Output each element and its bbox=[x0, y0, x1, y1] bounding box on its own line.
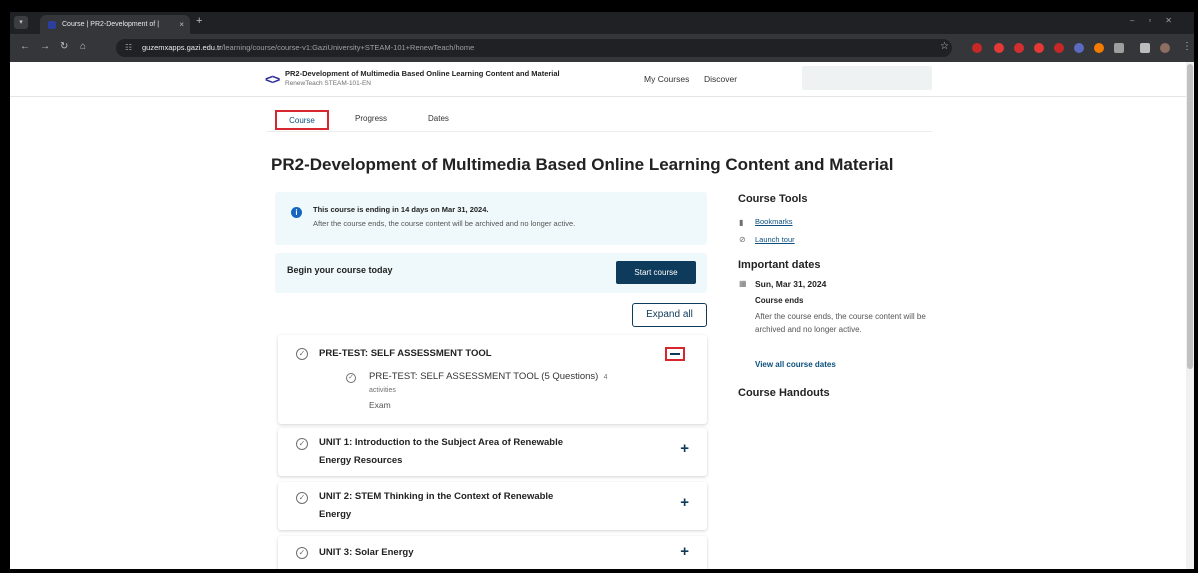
site-info-icon[interactable]: ☷ bbox=[125, 39, 132, 57]
subsection-title: PRE-TEST: SELF ASSESSMENT TOOL (5 Questi… bbox=[369, 371, 599, 382]
close-tab-icon[interactable]: × bbox=[179, 15, 184, 34]
forward-icon[interactable]: → bbox=[40, 41, 50, 52]
frame-border bbox=[1194, 0, 1198, 573]
section-title-line2: Energy Resources bbox=[319, 455, 403, 466]
back-icon[interactable]: ← bbox=[20, 41, 30, 52]
expand-section-plus-icon[interactable]: + bbox=[680, 440, 689, 457]
browser-tab[interactable]: Course | PR2-Development of | × bbox=[40, 15, 190, 34]
course-ending-alert: i This course is ending in 14 days on Ma… bbox=[275, 192, 707, 245]
nav-discover[interactable]: Discover bbox=[704, 74, 737, 84]
expand-all-button[interactable]: Expand all bbox=[632, 303, 707, 327]
subsection-type: Exam bbox=[369, 400, 391, 410]
info-icon: i bbox=[291, 207, 302, 218]
expand-section-plus-icon[interactable]: + bbox=[680, 543, 689, 560]
collapse-section-button[interactable] bbox=[665, 347, 685, 361]
tab-progress[interactable]: Progress bbox=[355, 110, 387, 130]
section-title[interactable]: PRE-TEST: SELF ASSESSMENT TOOL bbox=[319, 345, 492, 363]
side-panel-icon[interactable] bbox=[1140, 43, 1150, 53]
subsection-link[interactable]: PRE-TEST: SELF ASSESSMENT TOOL (5 Questi… bbox=[369, 371, 608, 382]
course-ends-label: Course ends bbox=[755, 296, 804, 305]
nav-my-courses[interactable]: My Courses bbox=[644, 74, 689, 84]
course-ends-description: After the course ends, the course conten… bbox=[755, 312, 926, 334]
tab-course[interactable]: Course bbox=[275, 110, 329, 130]
bookmarks-link[interactable]: Bookmarks bbox=[755, 217, 793, 226]
favicon-icon bbox=[48, 21, 56, 29]
section-title-line1: UNIT 1: Introduction to the Subject Area… bbox=[319, 437, 564, 448]
course-tools-heading: Course Tools bbox=[738, 193, 808, 205]
check-circle-icon: ✓ bbox=[296, 547, 308, 559]
course-handouts-heading: Course Handouts bbox=[738, 387, 830, 399]
section-title-line1: UNIT 3: Solar Energy bbox=[319, 547, 414, 558]
subsection-count: 4 bbox=[603, 374, 608, 381]
view-all-dates-link[interactable]: View all course dates bbox=[755, 360, 836, 369]
check-circle-icon: ✓ bbox=[296, 492, 308, 504]
browser-tab-bar: ▾ Course | PR2-Development of | × + –▫✕ bbox=[10, 12, 1194, 34]
url-path: /learning/course/course-v1:GaziUniversit… bbox=[221, 43, 475, 52]
frame-border bbox=[0, 0, 1198, 12]
site-header: <> PR2-Development of Multimedia Based O… bbox=[10, 62, 1186, 97]
browser-toolbar: ← → ↻ ⌂ ☷ guzemxapps.gazi.edu.tr/learnin… bbox=[10, 34, 1194, 62]
window-controls[interactable]: –▫✕ bbox=[1130, 16, 1186, 25]
course-section: ✓ PRE-TEST: SELF ASSESSMENT TOOL ✓ PRE-T… bbox=[278, 335, 707, 424]
extensions-puzzle-icon[interactable] bbox=[1114, 43, 1124, 53]
site-logo-icon[interactable]: <> bbox=[265, 71, 280, 87]
course-end-date: Sun, Mar 31, 2024 bbox=[755, 279, 827, 289]
browser-tab-title: Course | PR2-Development of | bbox=[62, 21, 160, 28]
page-viewport: <> PR2-Development of Multimedia Based O… bbox=[10, 62, 1194, 569]
new-tab-button[interactable]: + bbox=[196, 15, 202, 27]
extension-icon[interactable] bbox=[972, 43, 982, 53]
tab-search-icon[interactable]: ▾ bbox=[14, 16, 28, 29]
calendar-icon: ▦ bbox=[739, 279, 747, 288]
extension-icon[interactable] bbox=[1014, 43, 1024, 53]
important-dates-heading: Important dates bbox=[738, 259, 821, 271]
frame-border bbox=[0, 0, 10, 573]
start-course-button[interactable]: Start course bbox=[616, 261, 696, 284]
frame-border bbox=[0, 569, 1198, 573]
check-circle-icon: ✓ bbox=[296, 348, 308, 360]
course-section[interactable]: ✓ UNIT 3: Solar Energy + bbox=[278, 536, 707, 569]
header-course-title: PR2-Development of Multimedia Based Onli… bbox=[285, 69, 560, 78]
launch-tour-link[interactable]: Launch tour bbox=[755, 235, 795, 244]
minus-icon bbox=[670, 353, 680, 355]
bookmark-star-icon[interactable]: ☆ bbox=[940, 41, 949, 52]
tab-dates[interactable]: Dates bbox=[428, 110, 449, 130]
expand-section-plus-icon[interactable]: + bbox=[680, 494, 689, 511]
profile-avatar[interactable] bbox=[1160, 43, 1170, 53]
begin-course-label: Begin your course today bbox=[287, 265, 393, 275]
check-circle-icon: ✓ bbox=[346, 373, 356, 383]
extension-icon[interactable] bbox=[994, 43, 1004, 53]
bookmark-icon: ▮ bbox=[739, 218, 744, 227]
begin-course-panel: Begin your course today Start course bbox=[275, 253, 707, 293]
subsection-count-unit: activities bbox=[369, 387, 396, 394]
tour-icon: ⊘ bbox=[739, 235, 746, 244]
extension-icon[interactable] bbox=[1034, 43, 1044, 53]
alert-title: This course is ending in 14 days on Mar … bbox=[313, 205, 489, 214]
user-menu[interactable] bbox=[802, 66, 932, 90]
screenshot-frame: ▾ Course | PR2-Development of | × + –▫✕ … bbox=[0, 0, 1198, 573]
alert-body: After the course ends, the course conten… bbox=[313, 219, 576, 228]
section-title-line1: UNIT 2: STEM Thinking in the Context of … bbox=[319, 491, 554, 502]
url-host: guzemxapps.gazi.edu.tr bbox=[142, 43, 222, 52]
extension-icon[interactable] bbox=[1094, 43, 1104, 53]
home-icon[interactable]: ⌂ bbox=[80, 41, 86, 52]
browser-menu-icon[interactable]: ⋮ bbox=[1182, 41, 1192, 52]
section-title-line2: Energy bbox=[319, 509, 352, 520]
extension-icon[interactable] bbox=[1054, 43, 1064, 53]
url-bar[interactable]: ☷ guzemxapps.gazi.edu.tr/learning/course… bbox=[116, 39, 952, 57]
extension-icon[interactable] bbox=[1074, 43, 1084, 53]
reload-icon[interactable]: ↻ bbox=[60, 41, 68, 52]
page-scrollbar[interactable] bbox=[1186, 62, 1194, 569]
check-circle-icon: ✓ bbox=[296, 438, 308, 450]
course-section[interactable]: ✓ UNIT 1: Introduction to the Subject Ar… bbox=[278, 428, 707, 476]
course-tabs: Course Progress Dates bbox=[267, 106, 932, 132]
course-section[interactable]: ✓ UNIT 2: STEM Thinking in the Context o… bbox=[278, 482, 707, 530]
page-title: PR2-Development of Multimedia Based Onli… bbox=[271, 155, 894, 174]
header-course-subtitle: RenewTeach STEAM-101-EN bbox=[285, 80, 371, 87]
scrollbar-thumb[interactable] bbox=[1187, 64, 1193, 369]
